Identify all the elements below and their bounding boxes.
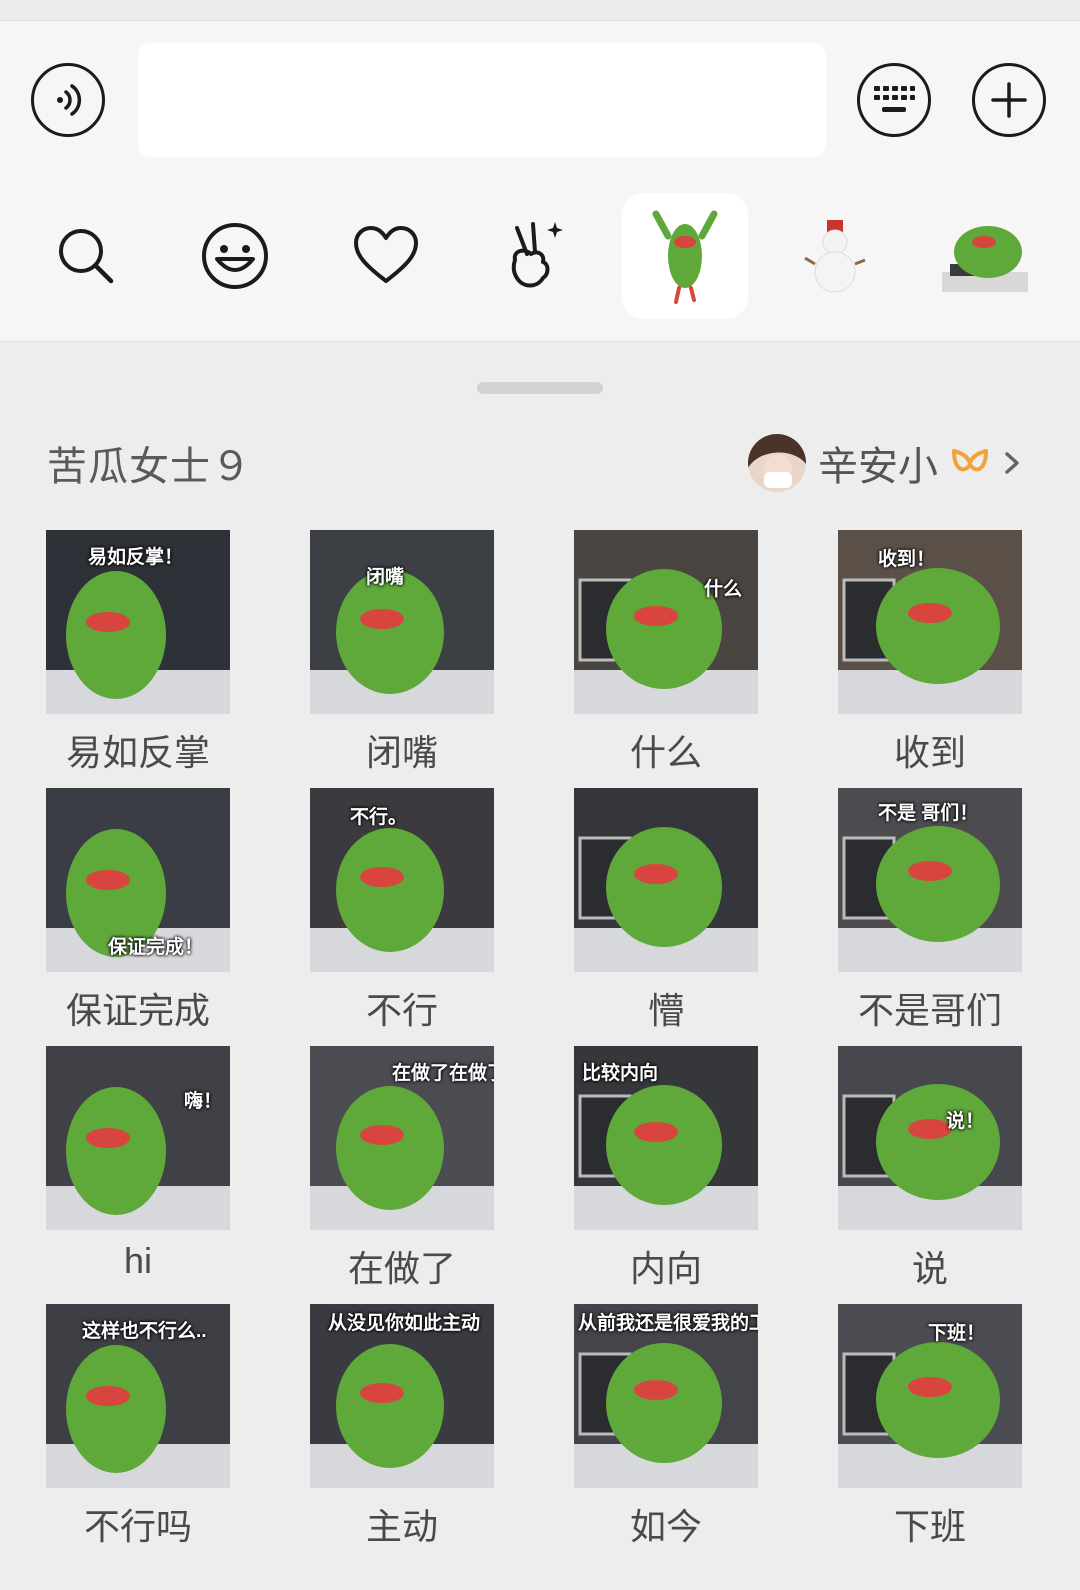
sticker-label: 保证完成 xyxy=(65,990,210,1031)
sticker-label: 易如反掌 xyxy=(65,732,210,773)
tab-gesture[interactable] xyxy=(472,193,598,319)
sticker-thumbnail: 说！ xyxy=(838,1046,1022,1230)
sticker-art xyxy=(838,1084,1022,1230)
sticker-caption: 下班！ xyxy=(928,1323,986,1344)
pack-title: 苦瓜女士９ xyxy=(47,445,252,489)
sticker-caption: 什么 xyxy=(704,579,743,600)
sticker-thumbnail xyxy=(574,788,758,972)
input-bar xyxy=(0,21,1080,181)
smiley-icon xyxy=(202,223,268,289)
sticker-label: 收到 xyxy=(893,732,966,773)
sticker-thumbnail: 不行。 xyxy=(310,788,494,972)
sticker-item[interactable]: 下班！ 下班 xyxy=(838,1304,1022,1547)
sticker-item[interactable]: 嗨！ hi xyxy=(46,1046,230,1281)
drag-handle[interactable] xyxy=(477,382,603,394)
sticker-thumbnail: 保证完成！ xyxy=(46,788,230,972)
keyboard-button[interactable] xyxy=(857,63,931,137)
author-link[interactable]: 辛安小 xyxy=(748,433,1024,493)
chevron-right-icon xyxy=(1005,452,1019,474)
sticker-caption: 保证完成！ xyxy=(108,937,204,958)
avatar xyxy=(748,434,806,492)
more-button[interactable] xyxy=(972,63,1046,137)
top-divider xyxy=(0,0,1080,21)
sticker-item[interactable]: 易如反掌！ 易如反掌 xyxy=(46,530,230,773)
sticker-caption: 嗨！ xyxy=(184,1091,223,1112)
sticker-label: hi xyxy=(123,1240,153,1281)
sticker-item[interactable]: 什么 什么 xyxy=(574,530,758,773)
sticker-thumbnail: 收到！ xyxy=(838,530,1022,714)
sticker-item[interactable]: 不是 哥们！ 不是哥们 xyxy=(838,788,1022,1031)
sticker-item[interactable]: 比较内向内向 xyxy=(574,1046,758,1289)
victory-hand-icon xyxy=(511,222,563,288)
sticker-thumbnail: 这样也不行么.. xyxy=(46,1304,230,1488)
keyboard-icon xyxy=(874,86,915,112)
sticker-caption: 不行。 xyxy=(350,807,408,828)
sticker-caption: 这样也不行么.. xyxy=(82,1321,207,1342)
voice-icon xyxy=(57,84,82,116)
sticker-caption: 收到！ xyxy=(878,549,936,570)
heart-icon xyxy=(354,226,418,283)
sticker-art xyxy=(574,569,758,714)
sticker-thumbnail: 在做了在做了 xyxy=(310,1046,494,1230)
sticker-thumbnail: 闭嘴 xyxy=(310,530,494,714)
sticker-label: 说 xyxy=(911,1248,948,1289)
sticker-label: 不行吗 xyxy=(83,1506,192,1547)
tab-pack-bitter-gourd[interactable] xyxy=(622,193,748,319)
bitter-gourd-desk-pack-icon xyxy=(942,226,1028,292)
sticker-caption: 在做了在做了 xyxy=(392,1063,494,1084)
sticker-thumbnail: 易如反掌！ xyxy=(46,530,230,714)
sticker-caption: 说！ xyxy=(946,1111,985,1132)
sticker-art xyxy=(310,570,494,714)
sticker-item[interactable]: 保证完成！ 保证完成 xyxy=(46,788,230,1031)
sticker-item[interactable]: 收到！ 收到 xyxy=(838,530,1022,773)
sticker-caption: 从没见你如此主动 xyxy=(328,1313,481,1334)
sticker-caption: 比较内向 xyxy=(582,1063,659,1084)
sticker-caption: 闭嘴 xyxy=(366,567,405,588)
sticker-label: 主动 xyxy=(365,1506,438,1547)
sticker-art xyxy=(574,827,758,972)
sticker-thumbnail: 不是 哥们！ xyxy=(838,788,1022,972)
sticker-label: 不行 xyxy=(365,990,438,1031)
search-icon xyxy=(59,229,114,284)
author-name: 辛安小 xyxy=(818,445,938,489)
sticker-caption: 易如反掌！ xyxy=(88,547,184,568)
sticker-item[interactable]: 这样也不行么.. 不行吗 xyxy=(46,1304,230,1547)
bitter-gourd-pack-icon xyxy=(652,210,718,304)
sticker-thumbnail: 下班！ xyxy=(838,1304,1022,1488)
sticker-art xyxy=(46,1087,230,1230)
sticker-item[interactable]: 说！ 说 xyxy=(838,1046,1022,1289)
sticker-item[interactable]: 从前我还是很爱我的工作的 但如今如今 xyxy=(574,1304,758,1547)
sticker-thumbnail: 嗨！ xyxy=(46,1046,230,1230)
snowman-pack-icon xyxy=(804,220,866,293)
plus-icon xyxy=(991,82,1027,118)
sticker-label: 下班 xyxy=(893,1506,966,1547)
sticker-item[interactable]: 从没见你如此主动主动 xyxy=(310,1304,494,1547)
sticker-label: 懵 xyxy=(647,990,684,1031)
tab-search[interactable] xyxy=(23,193,149,319)
author-badge-icon xyxy=(952,449,988,472)
tab-emoji[interactable] xyxy=(172,193,298,319)
sticker-item[interactable]: 闭嘴 闭嘴 xyxy=(310,530,494,773)
sticker-item[interactable]: 不行。不行 xyxy=(310,788,494,1031)
sticker-label: 在做了 xyxy=(347,1248,456,1289)
sticker-thumbnail: 从前我还是很爱我的工作的 但如今 xyxy=(574,1304,758,1488)
sticker-caption: 不是 哥们！ xyxy=(878,803,979,824)
sticker-caption: 从前我还是很爱我的工作的 但如今 xyxy=(578,1313,758,1334)
sticker-thumbnail: 什么 xyxy=(574,530,758,714)
sticker-thumbnail: 从没见你如此主动 xyxy=(310,1304,494,1488)
sticker-tabs xyxy=(0,181,1080,342)
sticker-thumbnail: 比较内向 xyxy=(574,1046,758,1230)
voice-input-button[interactable] xyxy=(31,63,105,137)
sticker-label: 闭嘴 xyxy=(365,732,438,773)
sticker-item[interactable]: 在做了在做了在做了 xyxy=(310,1046,494,1289)
sticker-label: 内向 xyxy=(629,1248,702,1289)
tab-pack-bitter-gourd-desk[interactable] xyxy=(922,193,1048,319)
tab-favorites[interactable] xyxy=(323,193,449,319)
sticker-item[interactable]: 懵 xyxy=(574,788,758,1031)
sticker-label: 什么 xyxy=(629,732,702,773)
sticker-label: 如今 xyxy=(629,1506,702,1547)
tab-pack-snowman[interactable] xyxy=(772,193,898,319)
sticker-label: 不是哥们 xyxy=(857,990,1002,1031)
message-input[interactable] xyxy=(138,43,826,157)
